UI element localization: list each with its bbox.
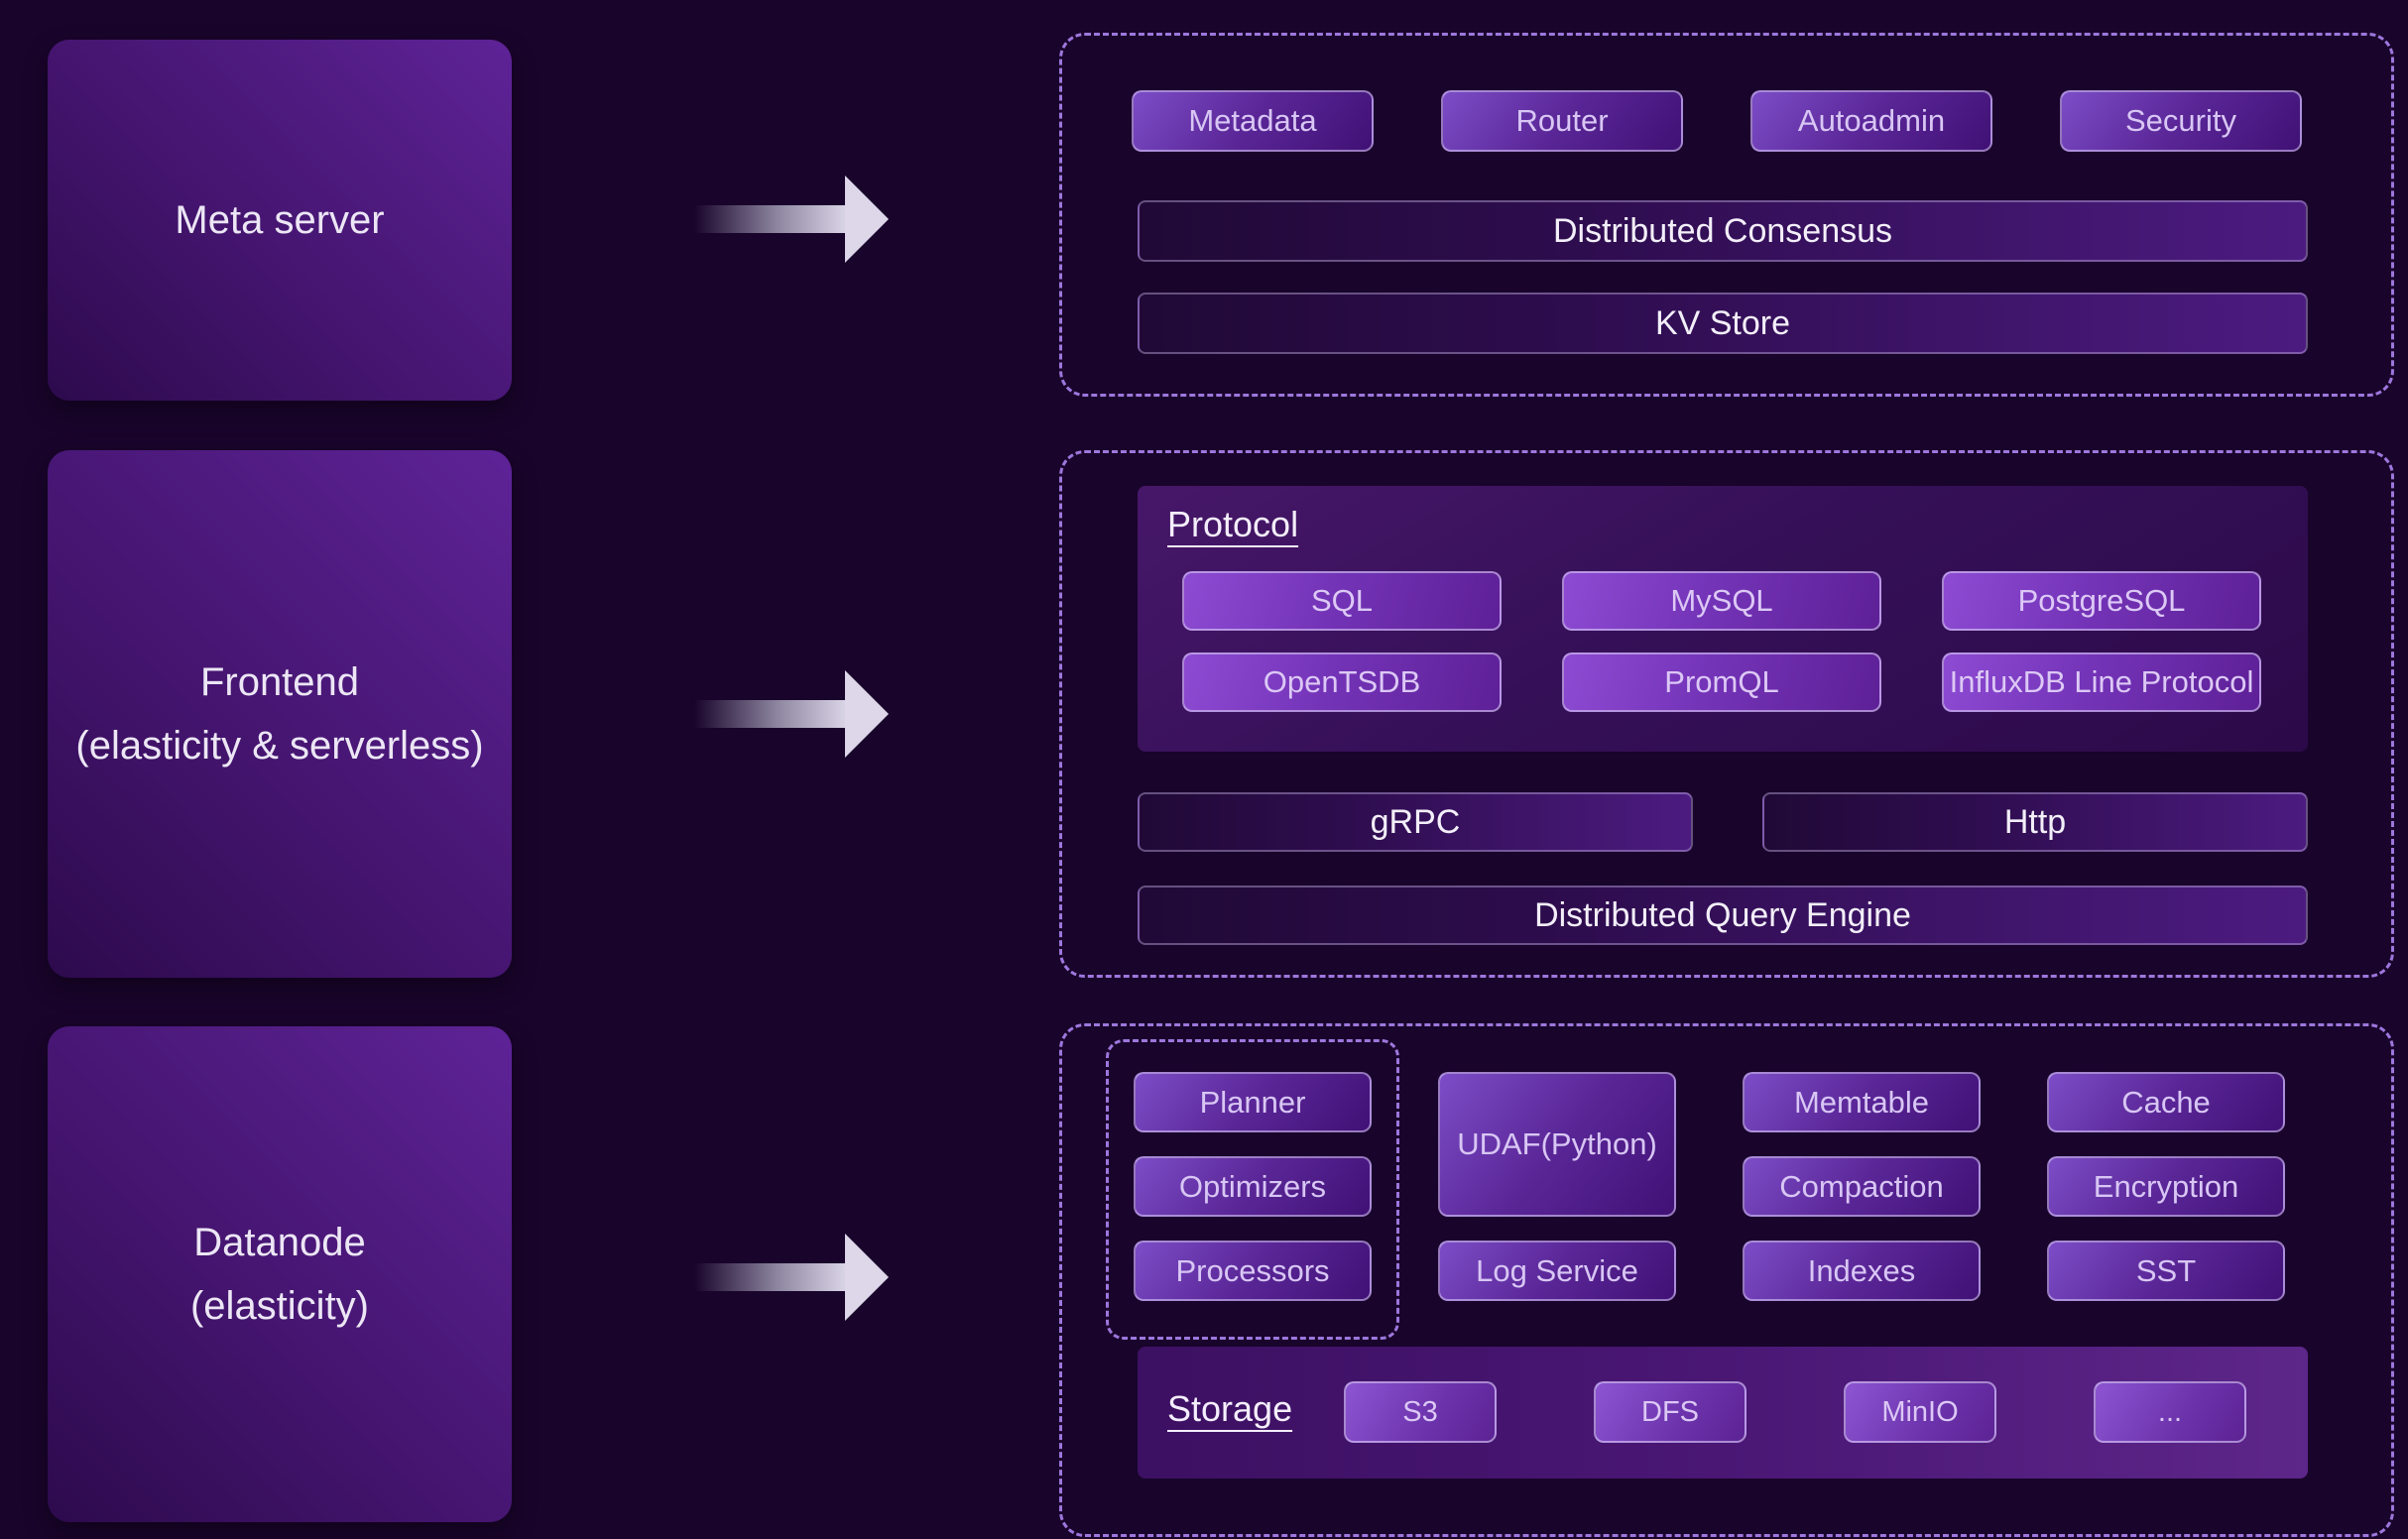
memtable-chip-label: Memtable (1794, 1085, 1929, 1121)
arrow-head (845, 670, 889, 758)
optimizers-chip-label: Optimizers (1179, 1169, 1326, 1205)
arrow-shaft (694, 205, 845, 233)
log-service-chip-label: Log Service (1476, 1253, 1638, 1289)
meta-server-label: Meta server (175, 188, 384, 252)
mysql-chip-label: MySQL (1670, 583, 1772, 619)
more-storage-chip: ... (2094, 1381, 2246, 1443)
grpc-label: gRPC (1371, 803, 1461, 842)
opentsdb-chip: OpenTSDB (1182, 652, 1502, 712)
s3-chip-label: S3 (1402, 1396, 1437, 1429)
router-chip-label: Router (1515, 103, 1608, 139)
log-service-chip: Log Service (1438, 1241, 1676, 1301)
dfs-chip: DFS (1594, 1381, 1746, 1443)
compaction-chip: Compaction (1743, 1156, 1981, 1217)
minio-chip: MinIO (1844, 1381, 1996, 1443)
indexes-chip: Indexes (1743, 1241, 1981, 1301)
opentsdb-chip-label: OpenTSDB (1264, 664, 1421, 700)
grpc-bar: gRPC (1138, 792, 1693, 852)
http-label: Http (2004, 803, 2066, 842)
encryption-chip-label: Encryption (2094, 1169, 2238, 1205)
datanode-label-line2: (elasticity) (190, 1274, 369, 1338)
protocol-title: Protocol (1167, 504, 1298, 545)
kv-store-bar: KV Store (1138, 293, 2308, 354)
autoadmin-chip: Autoadmin (1750, 90, 1992, 152)
processors-chip-label: Processors (1175, 1253, 1329, 1289)
mysql-chip: MySQL (1562, 571, 1881, 631)
datanode-node: Datanode (elasticity) (48, 1026, 512, 1522)
protocol-panel: Protocol SQL MySQL PostgreSQL OpenTSDB P… (1138, 486, 2308, 752)
architecture-diagram: Meta server Frontend (elasticity & serve… (0, 0, 2408, 1539)
meta-server-group: Metadata Router Autoadmin Security Distr… (1059, 33, 2394, 397)
compaction-chip-label: Compaction (1779, 1169, 1943, 1205)
postgresql-chip: PostgreSQL (1942, 571, 2261, 631)
dfs-chip-label: DFS (1641, 1396, 1699, 1429)
influxdb-line-protocol-chip: InfluxDB Line Protocol (1942, 652, 2261, 712)
metadata-chip: Metadata (1132, 90, 1374, 152)
optimizers-chip: Optimizers (1134, 1156, 1372, 1217)
storage-panel: Storage S3 DFS MinIO ... (1138, 1347, 2308, 1479)
distributed-consensus-bar: Distributed Consensus (1138, 200, 2308, 262)
promql-chip-label: PromQL (1664, 664, 1778, 700)
more-storage-chip-label: ... (2158, 1396, 2182, 1429)
http-bar: Http (1762, 792, 2308, 852)
datanode-label-line1: Datanode (193, 1211, 365, 1274)
meta-server-node: Meta server (48, 40, 512, 401)
datanode-group: Planner Optimizers Processors UDAF(Pytho… (1059, 1023, 2394, 1537)
minio-chip-label: MinIO (1881, 1396, 1958, 1429)
planner-chip: Planner (1134, 1072, 1372, 1132)
sql-chip-label: SQL (1311, 583, 1373, 619)
cache-chip: Cache (2047, 1072, 2285, 1132)
distributed-consensus-label: Distributed Consensus (1553, 212, 1892, 251)
arrow-meta-icon (694, 176, 889, 263)
arrow-frontend-icon (694, 670, 889, 758)
frontend-label-line1: Frontend (200, 651, 359, 714)
frontend-node: Frontend (elasticity & serverless) (48, 450, 512, 978)
influxdb-line-protocol-chip-label: InfluxDB Line Protocol (1950, 664, 2254, 700)
indexes-chip-label: Indexes (1808, 1253, 1916, 1289)
router-chip: Router (1441, 90, 1683, 152)
metadata-chip-label: Metadata (1188, 103, 1316, 139)
arrow-datanode-icon (694, 1234, 889, 1321)
security-chip-label: Security (2125, 103, 2236, 139)
arrow-shaft (694, 700, 845, 728)
kv-store-label: KV Store (1655, 304, 1790, 343)
memtable-chip: Memtable (1743, 1072, 1981, 1132)
planner-chip-label: Planner (1200, 1085, 1306, 1121)
arrow-head (845, 176, 889, 263)
promql-chip: PromQL (1562, 652, 1881, 712)
udaf-chip-label: UDAF(Python) (1457, 1126, 1657, 1162)
security-chip: Security (2060, 90, 2302, 152)
postgresql-chip-label: PostgreSQL (2018, 583, 2186, 619)
arrow-shaft (694, 1263, 845, 1291)
encryption-chip: Encryption (2047, 1156, 2285, 1217)
distributed-query-engine-label: Distributed Query Engine (1534, 896, 1911, 935)
cache-chip-label: Cache (2121, 1085, 2211, 1121)
sql-chip: SQL (1182, 571, 1502, 631)
frontend-group: Protocol SQL MySQL PostgreSQL OpenTSDB P… (1059, 450, 2394, 978)
distributed-query-engine-bar: Distributed Query Engine (1138, 886, 2308, 945)
s3-chip: S3 (1344, 1381, 1497, 1443)
sst-chip: SST (2047, 1241, 2285, 1301)
arrow-head (845, 1234, 889, 1321)
udaf-chip: UDAF(Python) (1438, 1072, 1676, 1217)
frontend-label-line2: (elasticity & serverless) (75, 714, 483, 777)
sst-chip-label: SST (2136, 1253, 2196, 1289)
processors-chip: Processors (1134, 1241, 1372, 1301)
storage-title: Storage (1167, 1388, 1292, 1430)
autoadmin-chip-label: Autoadmin (1798, 103, 1945, 139)
